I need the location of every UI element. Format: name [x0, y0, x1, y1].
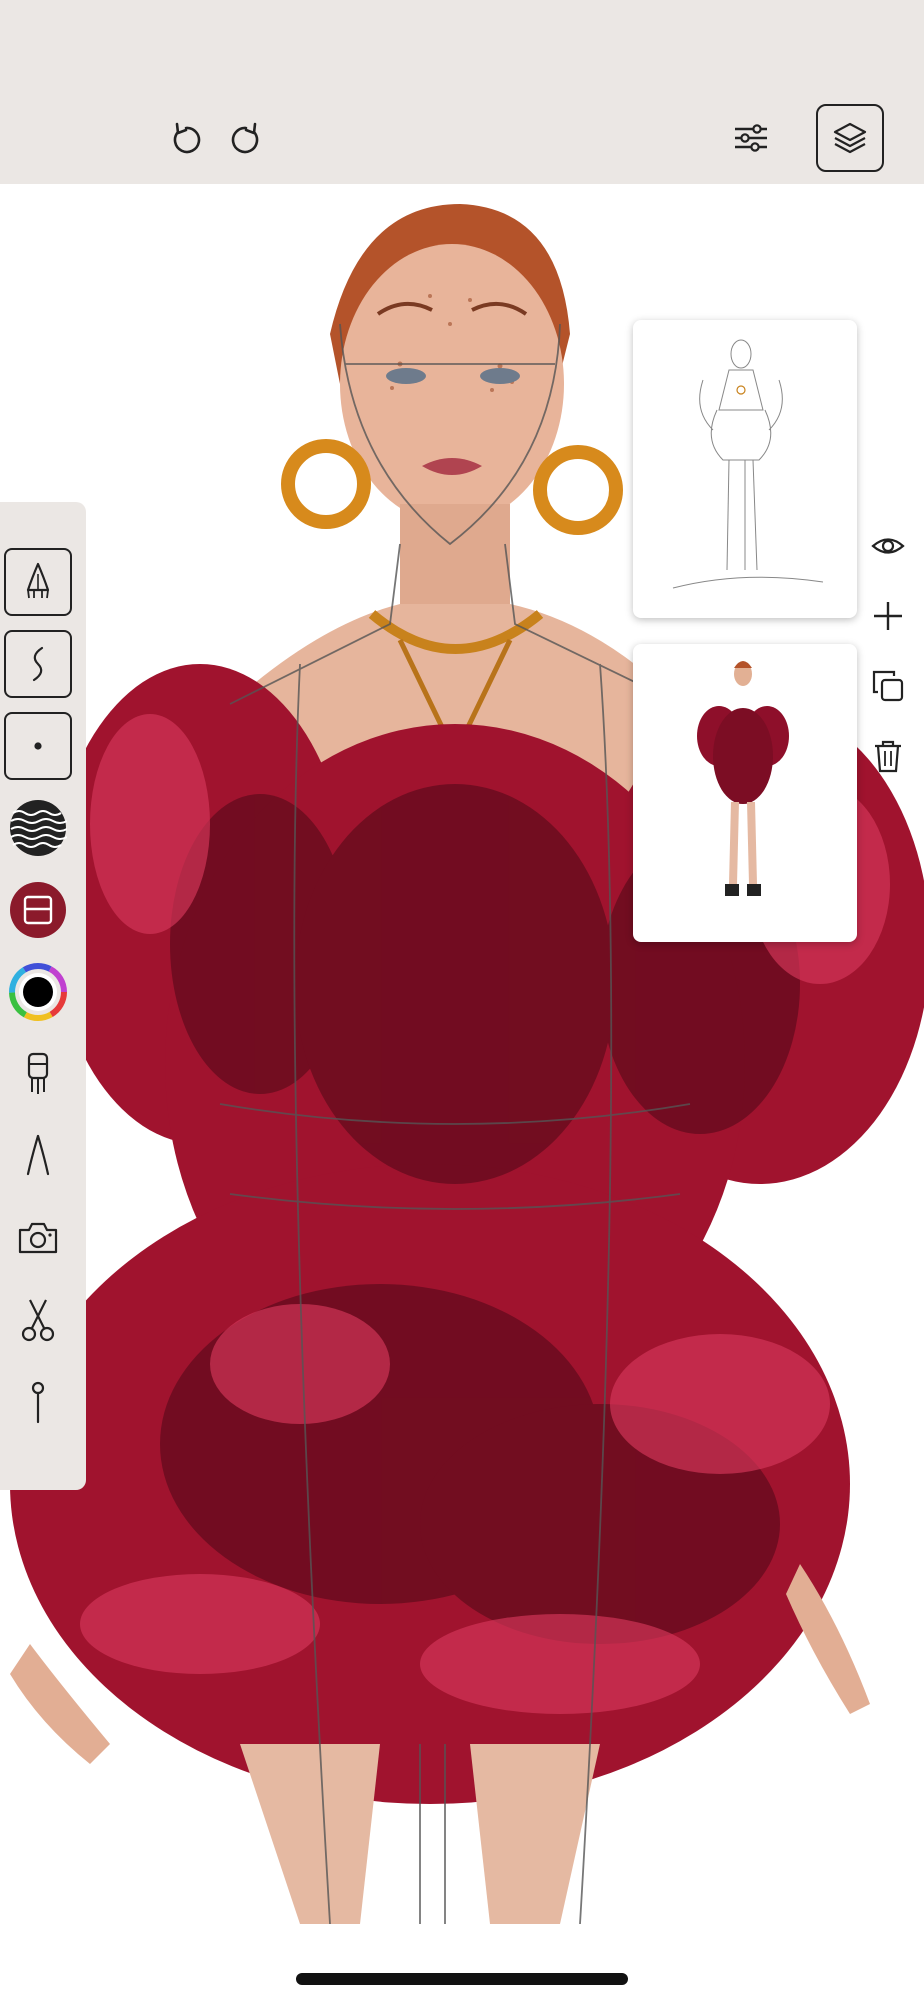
plus-icon [874, 602, 902, 630]
dot-icon [34, 742, 42, 750]
wave-pattern-icon [10, 800, 67, 856]
undo-button[interactable] [164, 116, 208, 160]
pen-nib-icon [26, 562, 50, 599]
s-curve-icon [32, 646, 44, 682]
scissors-tool[interactable] [4, 1286, 72, 1354]
brush-icon [27, 1052, 49, 1094]
eye-icon [871, 538, 905, 554]
pin-tool[interactable] [4, 1368, 72, 1436]
camera-tool[interactable] [4, 1204, 72, 1272]
curve-tool[interactable] [4, 630, 72, 698]
duplicate-icon [872, 670, 904, 702]
layers-button[interactable] [816, 104, 884, 172]
redo-button[interactable] [224, 116, 268, 160]
duplicate-layer-button[interactable] [866, 664, 910, 708]
top-toolbar [0, 0, 924, 184]
camera-icon [18, 1222, 58, 1254]
scissors-icon [21, 1299, 55, 1342]
undo-icon [173, 122, 201, 154]
sliders-icon [735, 124, 767, 152]
dot-tool[interactable] [4, 712, 72, 780]
pencil-tool[interactable] [4, 1122, 72, 1190]
color-picker[interactable] [4, 958, 72, 1026]
pin-icon [31, 1381, 45, 1424]
add-layer-button[interactable] [866, 594, 910, 638]
layer-thumb-sketch[interactable] [633, 320, 857, 618]
tool-palette [0, 502, 86, 1490]
delete-layer-button[interactable] [866, 734, 910, 778]
fill-tool[interactable] [4, 876, 72, 944]
color-thumbnail [697, 661, 789, 896]
layers-icon [833, 122, 867, 154]
compass-pen-icon [26, 1134, 50, 1176]
fill-swatch-icon [10, 882, 66, 938]
redo-icon [231, 122, 259, 154]
color-wheel-icon [9, 963, 67, 1021]
pen-tool[interactable] [4, 548, 72, 616]
drawing-canvas[interactable] [0, 184, 924, 2000]
home-indicator[interactable] [296, 1973, 628, 1985]
brush-tool[interactable] [4, 1040, 72, 1108]
sketch-thumbnail [672, 339, 824, 589]
adjust-button[interactable] [729, 116, 773, 160]
visibility-button[interactable] [866, 524, 910, 568]
pattern-tool[interactable] [4, 794, 72, 862]
trash-icon [875, 740, 901, 773]
layer-thumb-color[interactable] [633, 644, 857, 942]
